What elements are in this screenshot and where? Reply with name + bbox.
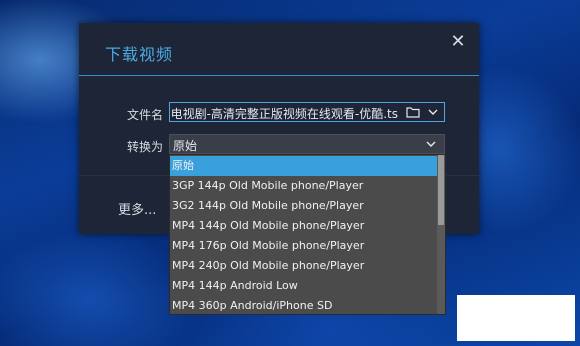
- filename-label: 文件名: [127, 108, 164, 122]
- dropdown-option[interactable]: 3GP 144p Old Mobile phone/Player: [170, 176, 438, 196]
- white-overlay-region: [457, 295, 575, 341]
- close-icon[interactable]: ✕: [449, 33, 467, 51]
- chevron-down-icon: [426, 141, 436, 147]
- title-divider: [79, 75, 479, 76]
- filename-field[interactable]: -电视剧-高清完整正版视频在线观看-优酷.ts: [169, 102, 445, 122]
- more-options-link[interactable]: 更多...: [118, 199, 156, 218]
- dropdown-option[interactable]: MP4 360p Android/iPhone SD: [170, 296, 438, 314]
- folder-icon[interactable]: [406, 106, 420, 118]
- dropdown-option[interactable]: MP4 144p Android Low: [170, 276, 438, 296]
- format-dropdown-list: 原始 3GP 144p Old Mobile phone/Player 3G2 …: [169, 154, 446, 315]
- dropdown-scrollbar[interactable]: [437, 155, 445, 314]
- dropdown-option[interactable]: 3G2 144p Old Mobile phone/Player: [170, 196, 438, 216]
- dialog-title: 下载视频: [105, 45, 174, 64]
- convert-selected-value: 原始: [173, 139, 198, 153]
- dropdown-option[interactable]: MP4 176p Old Mobile phone/Player: [170, 236, 438, 256]
- convert-label: 转换为: [127, 140, 164, 154]
- dropdown-option[interactable]: MP4 144p Old Mobile phone/Player: [170, 216, 438, 236]
- dropdown-option[interactable]: MP4 240p Old Mobile phone/Player: [170, 256, 438, 276]
- filename-value[interactable]: -电视剧-高清完整正版视频在线观看-优酷.ts: [170, 105, 398, 121]
- convert-format-select[interactable]: 原始: [169, 134, 445, 154]
- dropdown-option[interactable]: 原始: [170, 156, 438, 176]
- chevron-down-icon[interactable]: [428, 108, 438, 116]
- scrollbar-thumb[interactable]: [438, 155, 444, 225]
